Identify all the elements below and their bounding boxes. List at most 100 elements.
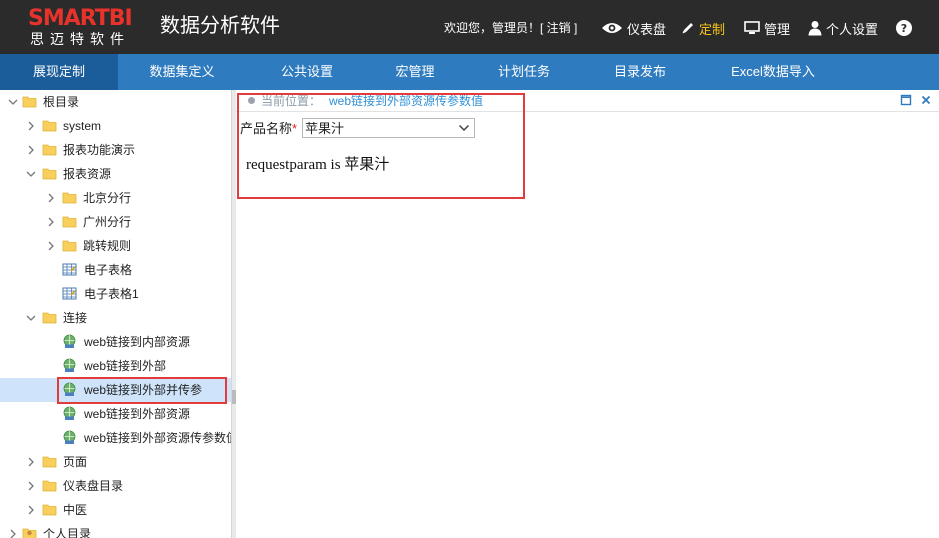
folder-icon	[62, 216, 77, 228]
tree-node-chinese-medicine[interactable]: 中医	[0, 498, 231, 522]
required-mark: *	[292, 121, 298, 136]
chevron-down-icon[interactable]	[26, 168, 36, 180]
chevron-down-icon	[458, 124, 470, 132]
nav-dashboard[interactable]: 仪表盘	[601, 18, 666, 38]
breadcrumb-label: 当前位置：	[261, 94, 322, 108]
tree-node-links[interactable]: 连接	[0, 306, 231, 330]
weblink-icon	[63, 430, 76, 444]
menu-directory-publish[interactable]: 目录发布	[585, 54, 695, 90]
tree-node-label: 跳转规则	[83, 239, 132, 253]
user-folder-icon	[22, 528, 37, 538]
tree-node-weblink-external-with-params[interactable]: web链接到外部并传参	[0, 378, 231, 402]
tree-node-root[interactable]: 根目录	[0, 90, 231, 114]
product-name-value: 苹果汁	[305, 121, 345, 136]
tree-node-system[interactable]: system	[0, 114, 231, 138]
tree-node-label: 广州分行	[83, 215, 132, 229]
breadcrumb: 当前位置： web链接到外部资源传参数值	[236, 90, 939, 112]
tree-node-report-demo[interactable]: 报表功能演示	[0, 138, 231, 162]
chevron-down-icon[interactable]	[8, 96, 18, 108]
resource-tree: 根目录 system 报表功能演示 报表资源 北京分行 广州分行 跳转规则 电子…	[0, 90, 232, 538]
bullet-icon	[248, 97, 255, 104]
maximize-icon[interactable]	[900, 94, 912, 106]
help-icon: ?	[896, 20, 912, 36]
tree-node-personal-directory[interactable]: 个人目录	[0, 522, 231, 538]
tree-node-guangzhou[interactable]: 广州分行	[0, 210, 231, 234]
chevron-right-icon[interactable]	[46, 192, 56, 204]
tree-node-label: 个人目录	[43, 527, 92, 538]
chevron-right-icon[interactable]	[26, 456, 36, 468]
menu-public-settings[interactable]: 公共设置	[252, 54, 362, 90]
tree-node-beijing[interactable]: 北京分行	[0, 186, 231, 210]
eye-icon	[602, 23, 622, 33]
chevron-right-icon[interactable]	[26, 120, 36, 132]
chevron-right-icon[interactable]	[8, 528, 18, 538]
nav-dashboard-label: 仪表盘	[627, 21, 667, 37]
tree-node-weblink-internal[interactable]: web链接到内部资源	[0, 330, 231, 354]
breadcrumb-current: web链接到外部资源传参数值	[329, 94, 484, 108]
tree-node-spreadsheet[interactable]: 电子表格	[0, 258, 231, 282]
app-title: 数据分析软件	[160, 15, 280, 37]
tree-node-jump-rules[interactable]: 跳转规则	[0, 234, 231, 258]
close-icon[interactable]	[920, 94, 932, 106]
help-button[interactable]: ?	[896, 18, 916, 38]
menu-dataset-definition[interactable]: 数据集定义	[127, 54, 237, 90]
nav-manage-label: 管理	[764, 21, 791, 37]
svg-text:?: ?	[901, 22, 907, 35]
tree-node-label: system	[63, 119, 102, 133]
tree-node-label: web链接到外部	[84, 359, 167, 373]
tree-node-report-resources[interactable]: 报表资源	[0, 162, 231, 186]
tree-node-label: 报表资源	[63, 167, 112, 181]
menu-display-customize[interactable]: 展现定制	[0, 54, 118, 90]
smartbi-logo: SMARTBI 思迈特软件	[28, 7, 146, 49]
logo-subtitle: 思迈特软件	[30, 31, 130, 47]
folder-icon	[42, 480, 57, 492]
nav-customize-label: 定制	[699, 21, 726, 37]
menu-scheduled-tasks[interactable]: 计划任务	[469, 54, 579, 90]
tree-node-weblink-external-resource[interactable]: web链接到外部资源	[0, 402, 231, 426]
tree-node-label: 仪表盘目录	[63, 479, 124, 493]
nav-personal-settings[interactable]: 个人设置	[808, 18, 878, 38]
chevron-down-icon[interactable]	[26, 312, 36, 324]
folder-icon	[42, 168, 57, 180]
folder-icon	[62, 240, 77, 252]
spreadsheet-icon	[62, 263, 77, 276]
weblink-icon	[63, 334, 76, 348]
tree-node-label: web链接到外部资源	[84, 407, 191, 421]
tree-node-label: web链接到外部资源传参数值	[84, 431, 232, 445]
folder-icon	[42, 312, 57, 324]
folder-icon	[22, 96, 37, 108]
chevron-right-icon[interactable]	[46, 240, 56, 252]
chevron-right-icon[interactable]	[26, 480, 36, 492]
tree-node-spreadsheet-1[interactable]: 电子表格1	[0, 282, 231, 306]
tree-node-label: 电子表格1	[84, 287, 139, 301]
tree-node-label: 北京分行	[83, 191, 132, 205]
tree-node-label: 连接	[63, 311, 88, 325]
report-content: 当前位置： web链接到外部资源传参数值 产品名称* 苹果汁 requestpa…	[236, 90, 939, 538]
weblink-icon	[63, 406, 76, 420]
monitor-icon	[744, 21, 760, 34]
nav-customize[interactable]: 定制	[681, 18, 725, 38]
tree-node-pages[interactable]: 页面	[0, 450, 231, 474]
chevron-right-icon[interactable]	[46, 216, 56, 228]
tree-node-weblink-external-resource-params[interactable]: web链接到外部资源传参数值	[0, 426, 232, 450]
product-name-select[interactable]: 苹果汁	[302, 118, 475, 138]
tree-node-weblink-external[interactable]: web链接到外部	[0, 354, 231, 378]
tree-node-dashboard-directory[interactable]: 仪表盘目录	[0, 474, 231, 498]
logo-wordmark: SMARTBI	[28, 6, 133, 31]
weblink-icon	[63, 382, 76, 396]
chevron-right-icon[interactable]	[26, 504, 36, 516]
menu-macro-management[interactable]: 宏管理	[360, 54, 470, 90]
user-icon	[808, 21, 822, 36]
tree-node-label: web链接到外部并传参	[84, 383, 203, 397]
tree-node-label: 页面	[63, 455, 88, 469]
tree-node-label: web链接到内部资源	[84, 335, 191, 349]
folder-icon	[42, 456, 57, 468]
weblink-icon	[63, 358, 76, 372]
nav-manage[interactable]: 管理	[744, 18, 790, 38]
menu-excel-import[interactable]: Excel数据导入	[710, 54, 836, 90]
folder-icon	[42, 120, 57, 132]
pencil-icon	[682, 23, 693, 34]
welcome-text[interactable]: 欢迎您，管理员！[ 注销 ]	[444, 20, 577, 36]
tree-node-label: 报表功能演示	[63, 143, 136, 157]
chevron-right-icon[interactable]	[26, 144, 36, 156]
